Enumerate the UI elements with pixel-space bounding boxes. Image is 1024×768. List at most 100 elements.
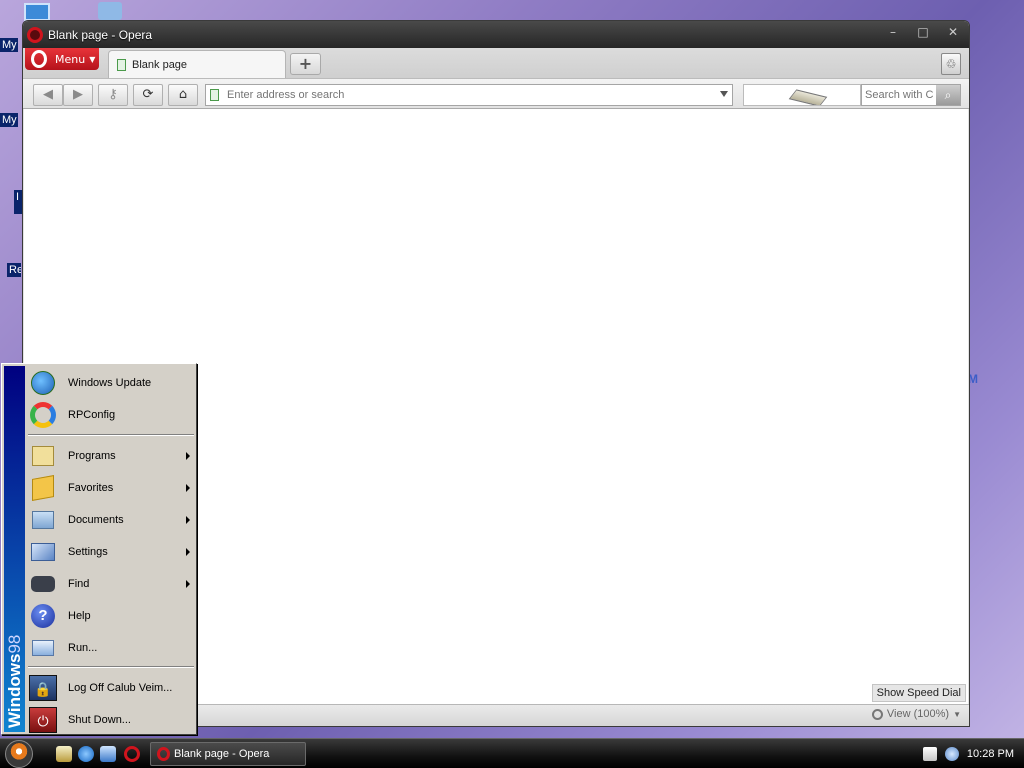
run-icon: [28, 633, 58, 663]
menu-item-find[interactable]: Find: [26, 568, 194, 600]
search-input[interactable]: [862, 89, 936, 101]
key-button[interactable]: ⚷: [98, 84, 128, 106]
desktop-label-3[interactable]: I: [14, 190, 22, 214]
my-computer-icon[interactable]: [24, 3, 50, 21]
menu-item-label: Documents: [68, 514, 124, 526]
menu-item-label: Favorites: [68, 482, 114, 494]
opera-menu-button[interactable]: Menu ▼: [25, 48, 99, 70]
internet-explorer-icon[interactable]: [78, 746, 94, 762]
submenu-arrow-icon: [186, 484, 190, 492]
clock[interactable]: 10:28 PM: [967, 748, 1014, 760]
chevron-down-icon[interactable]: [720, 91, 728, 97]
zoom-label: View (100%): [886, 708, 950, 720]
banner-windows: Windows: [5, 653, 24, 728]
tab-bar: Menu ▼ Blank page + ♲: [23, 48, 969, 78]
forward-button[interactable]: ▶: [63, 84, 93, 106]
banner-version: 98: [5, 634, 24, 654]
task-label: Blank page - Opera: [174, 748, 270, 760]
submenu-arrow-icon: [186, 452, 190, 460]
submenu-arrow-icon: [186, 516, 190, 524]
desktop-label-1[interactable]: My: [0, 38, 18, 52]
menu-item-log-off[interactable]: 🔒 Log Off Calub Veim...: [26, 672, 194, 704]
close-button[interactable]: ✕: [945, 25, 961, 39]
menu-item-label: Settings: [68, 546, 108, 558]
menu-item-windows-update[interactable]: Windows Update: [26, 367, 194, 399]
windows-update-icon: [28, 368, 58, 398]
opera-o-icon: [31, 50, 47, 68]
opera-logo-icon: [27, 26, 43, 43]
navigation-bar: ◀ ▶ ⚷ ⟳ ⌂ ⌕: [23, 78, 969, 109]
menu-item-label: Windows Update: [68, 377, 152, 389]
start-menu-banner: Windows98: [4, 366, 25, 732]
wand-button[interactable]: [743, 84, 861, 106]
minimize-button[interactable]: –: [885, 25, 901, 39]
menu-item-label: Find: [68, 578, 90, 590]
new-tab-button[interactable]: +: [290, 53, 321, 75]
menu-item-run[interactable]: Run...: [26, 632, 194, 664]
title-bar[interactable]: Blank page - Opera – □ ✕: [23, 21, 969, 48]
menu-item-label: RPConfig: [68, 409, 116, 421]
lock-icon: 🔒: [28, 673, 58, 703]
desktop-label-2[interactable]: My I: [0, 113, 18, 127]
chevron-down-icon: ▼: [953, 709, 961, 719]
arrow-right-icon: ▶: [73, 87, 83, 102]
banner-text: Windows98: [5, 608, 24, 728]
address-input[interactable]: [227, 89, 707, 101]
search-box[interactable]: ⌕: [861, 84, 961, 106]
menu-item-help[interactable]: ? Help: [26, 600, 194, 632]
key-icon: ⚷: [108, 87, 118, 102]
help-icon: ?: [28, 601, 58, 631]
language-icon[interactable]: [922, 747, 937, 761]
magnifier-icon: [871, 708, 883, 720]
tab-blank-page[interactable]: Blank page: [108, 50, 286, 78]
opera-quicklaunch-icon[interactable]: [124, 746, 140, 762]
menu-item-settings[interactable]: Settings: [26, 536, 194, 568]
maximize-button[interactable]: □: [915, 25, 931, 39]
window-title: Blank page - Opera: [48, 27, 153, 42]
menu-label: Menu: [55, 52, 86, 66]
outlook-express-icon[interactable]: [100, 746, 116, 762]
start-button[interactable]: [5, 740, 33, 768]
menu-item-documents[interactable]: Documents: [26, 504, 194, 536]
submenu-arrow-icon: [186, 548, 190, 556]
search-icon[interactable]: ⌕: [936, 85, 960, 105]
start-menu: Windows98 Windows Update RPConfig Progra…: [1, 363, 197, 735]
network-icon[interactable]: [98, 2, 122, 20]
programs-icon: [28, 441, 58, 471]
settings-icon: [28, 537, 58, 567]
menu-item-label: Shut Down...: [68, 714, 131, 726]
menu-separator: [28, 434, 194, 436]
reload-button[interactable]: ⟳: [133, 84, 163, 106]
binoculars-icon: [28, 569, 58, 599]
taskbar-opera-task[interactable]: Blank page - Opera: [150, 742, 306, 766]
menu-item-shut-down[interactable]: ⏻ Shut Down...: [26, 704, 194, 736]
show-desktop-icon[interactable]: [56, 746, 72, 762]
system-tray: 10:28 PM: [922, 739, 1024, 768]
menu-separator: [28, 666, 194, 668]
submenu-arrow-icon: [186, 580, 190, 588]
address-bar[interactable]: [205, 84, 733, 106]
trash-icon[interactable]: ♲: [941, 53, 961, 75]
menu-item-label: Programs: [68, 450, 116, 462]
wand-icon: [788, 89, 828, 105]
desktop-label-4[interactable]: Re: [7, 263, 21, 277]
menu-item-label: Help: [68, 610, 91, 622]
documents-icon: [28, 505, 58, 535]
menu-item-label: Run...: [68, 642, 98, 654]
menu-item-favorites[interactable]: Favorites: [26, 472, 194, 504]
power-icon: ⏻: [28, 705, 58, 735]
show-speed-dial-button[interactable]: Show Speed Dial: [871, 684, 966, 702]
menu-item-programs[interactable]: Programs: [26, 440, 194, 472]
menu-item-rpconfig[interactable]: RPConfig: [26, 399, 194, 431]
tab-title: Blank page: [132, 58, 188, 71]
home-icon: ⌂: [178, 87, 188, 102]
page-icon: [210, 89, 219, 101]
favorites-icon: [28, 473, 58, 503]
rpconfig-icon: [28, 400, 58, 430]
taskbar: Blank page - Opera 10:28 PM: [0, 738, 1024, 768]
home-button[interactable]: ⌂: [168, 84, 198, 106]
back-button[interactable]: ◀: [33, 84, 63, 106]
zoom-control[interactable]: View (100%) ▼: [871, 708, 961, 720]
menu-item-label: Log Off Calub Veim...: [68, 682, 173, 694]
network-tray-icon[interactable]: [944, 747, 959, 761]
